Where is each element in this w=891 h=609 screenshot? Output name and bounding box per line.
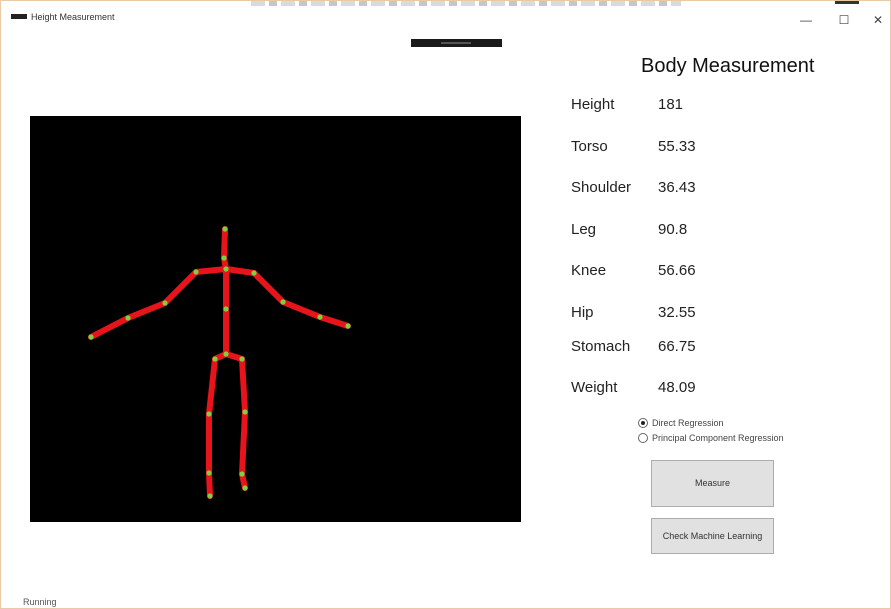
skeleton-bone-rKn-rAn: [239, 409, 248, 477]
panel-title: Body Measurement: [641, 55, 815, 77]
measurement-label: Torso: [571, 138, 608, 155]
skeleton-joint-rWr: [317, 314, 323, 320]
skeleton-bone-lSh-lEl: [162, 269, 199, 306]
radio-principal-component-regression[interactable]: Principal Component Regression: [638, 432, 784, 444]
skeleton-joint-lFt: [207, 493, 213, 499]
skeleton-joint-rAn: [239, 471, 245, 477]
skeleton-joint-lSh: [193, 269, 199, 275]
progress-fill: [441, 42, 471, 44]
skeleton-bone-lEl-lWr: [125, 300, 168, 321]
skeleton-bone-lAn-lFt: [206, 470, 213, 499]
skeleton-joint-lHand: [88, 334, 94, 340]
measurement-value: 32.55: [658, 304, 696, 321]
close-button[interactable]: ✕: [863, 11, 891, 29]
skeleton-joint-rEl: [280, 299, 286, 305]
skeleton-joint-rSh: [251, 270, 257, 276]
radio-unchecked-icon[interactable]: [638, 432, 648, 443]
skeleton-bone-lHip-lKn: [206, 356, 218, 417]
skeleton-joint-rFt: [242, 485, 248, 491]
measurement-value: 55.33: [658, 138, 696, 155]
skeleton-bone-spineS-lSh: [193, 266, 229, 275]
skeleton-joint-spineM: [223, 306, 229, 312]
measurement-label: Stomach: [571, 338, 631, 355]
skeleton-bone-rEl-rWr: [280, 299, 323, 320]
measurement-value: 66.75: [658, 338, 696, 355]
skeleton-joint-head: [222, 226, 228, 232]
skeleton-figure: [88, 226, 351, 499]
measurement-label: Shoulder: [571, 179, 632, 196]
skeleton-bone-rHip-rKn: [239, 356, 248, 415]
measurement-value: 36.43: [658, 179, 696, 196]
minimize-button[interactable]: —: [791, 11, 821, 29]
radio-label: Direct Regression: [652, 418, 724, 428]
skeleton-joint-neck: [221, 255, 227, 261]
measurement-value: 181: [658, 96, 684, 113]
skeleton-bone-lWr-lHand: [88, 315, 131, 340]
skeleton-joint-lHip: [212, 356, 218, 362]
measurement-label: Hip: [571, 304, 594, 321]
measurement-value: 90.8: [658, 221, 688, 238]
skeleton-joint-spineB: [223, 351, 229, 357]
skeleton-bone-spineS-rSh: [223, 266, 257, 276]
skeleton-canvas: [30, 116, 521, 522]
radio-direct-regression[interactable]: Direct Regression: [638, 417, 724, 429]
measurement-label: Leg: [571, 221, 597, 238]
skeleton-bone-rSh-rEl: [251, 270, 286, 305]
maximize-button[interactable]: ☐: [829, 11, 859, 29]
measurement-label: Knee: [571, 262, 607, 279]
measurement-label: Height: [571, 96, 615, 113]
skeleton-joint-rKn: [242, 409, 248, 415]
skeleton-joint-lWr: [125, 315, 131, 321]
app-icon: [11, 14, 27, 19]
radio-checked-icon[interactable]: [638, 417, 648, 428]
measure-button[interactable]: Measure: [651, 460, 774, 507]
radio-label: Principal Component Regression: [652, 433, 784, 443]
skeleton-joint-rHip: [239, 356, 245, 362]
check-machine-learning-button[interactable]: Check Machine Learning: [651, 518, 774, 554]
skeleton-joint-spineS: [223, 266, 229, 272]
progress-indicator: [411, 39, 502, 47]
skeleton-joint-lAn: [206, 470, 212, 476]
title-bar[interactable]: Height Measurement — ☐ ✕: [1, 1, 890, 29]
skeleton-joint-lEl: [162, 300, 168, 306]
measurement-label: Weight: [571, 379, 618, 396]
skeleton-bone-rWr-rHand: [317, 314, 351, 329]
skeleton-joint-rHand: [345, 323, 351, 329]
app-window: Height Measurement — ☐ ✕ Body Measuremen…: [0, 0, 891, 609]
skeleton-joint-lKn: [206, 411, 212, 417]
window-title: Height Measurement: [31, 12, 115, 22]
measurement-value: 48.09: [658, 379, 696, 396]
skeleton-bone-head-neck: [221, 226, 228, 261]
measurement-value: 56.66: [658, 262, 696, 279]
status-text: Running: [23, 597, 57, 607]
